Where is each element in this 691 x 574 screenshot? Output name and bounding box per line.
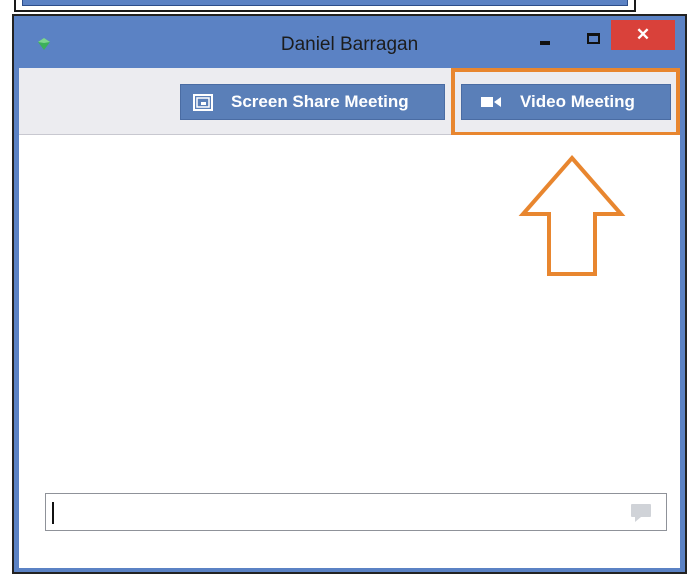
window-client-area: Screen Share Meeting Video Meeting: [19, 68, 680, 568]
toolbar: Screen Share Meeting Video Meeting: [19, 68, 680, 136]
text-caret: [52, 502, 54, 524]
background-window: [14, 0, 636, 12]
close-icon: ✕: [635, 25, 651, 44]
chat-bubble-icon[interactable]: [630, 503, 652, 523]
screen-share-meeting-button[interactable]: Screen Share Meeting: [180, 84, 445, 120]
video-meeting-label: Video Meeting: [520, 92, 635, 111]
maximize-button[interactable]: [580, 24, 606, 52]
minimize-icon: [540, 41, 550, 45]
chat-window: Daniel Barragan ✕ Screen Share Meeting V…: [12, 14, 687, 574]
screen-share-icon: [193, 93, 213, 111]
up-arrow-icon: [518, 154, 626, 276]
background-window-titlebar: [22, 0, 628, 6]
maximize-icon: [586, 32, 600, 44]
video-meeting-button[interactable]: Video Meeting: [461, 84, 671, 120]
video-camera-icon: [480, 95, 502, 109]
chat-input-box[interactable]: [45, 493, 667, 531]
close-button[interactable]: ✕: [611, 20, 675, 50]
chat-message-input[interactable]: [46, 494, 626, 530]
titlebar[interactable]: Daniel Barragan ✕: [14, 16, 685, 68]
screen-share-meeting-label: Screen Share Meeting: [231, 92, 409, 111]
minimize-button[interactable]: [532, 24, 558, 52]
screenshot-page: Daniel Barragan ✕ Screen Share Meeting V…: [0, 0, 691, 574]
